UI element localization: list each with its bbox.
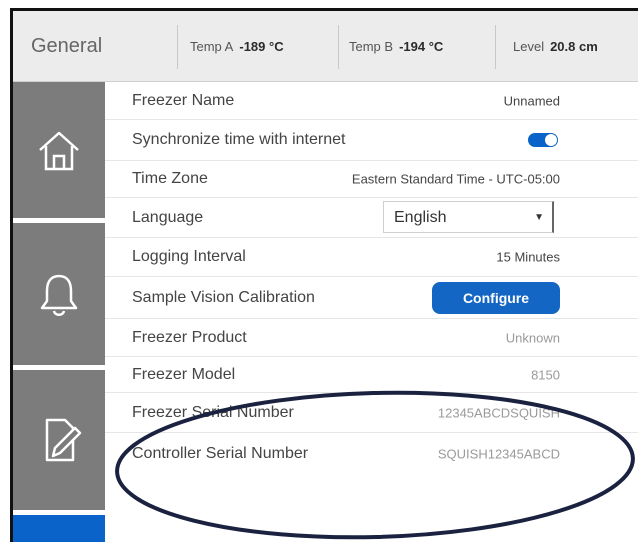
temp-b-label: Temp B	[349, 39, 394, 54]
sidebar-item-documents[interactable]	[13, 370, 105, 510]
controller-serial-value: SQUISH12345ABCD	[437, 446, 560, 462]
language-label: Language	[132, 208, 204, 226]
header-bar: General Temp A -189 °C Temp B -194 °C Leve…	[13, 11, 638, 82]
logging-interval-value[interactable]: 15 Minutes	[496, 250, 560, 265]
header-divider	[495, 25, 496, 69]
sidebar-item-home[interactable]	[13, 82, 105, 218]
freezer-name-row[interactable]: Freezer Name Unnamed	[105, 82, 638, 120]
logging-interval-row[interactable]: Logging Interval 15 Minutes	[105, 238, 638, 277]
bell-icon	[40, 274, 78, 316]
sync-time-label: Synchronize time with internet	[132, 131, 346, 148]
freezer-model-row: Freezer Model 8150	[105, 357, 638, 393]
logging-interval-label: Logging Interval	[132, 248, 246, 265]
chevron-down-icon: ▼	[534, 212, 544, 223]
sample-vision-row: Sample Vision Calibration Configure	[105, 277, 638, 319]
freezer-product-label: Freezer Product	[132, 328, 247, 346]
time-zone-value[interactable]: Eastern Standard Time - UTC-05:00	[352, 172, 560, 187]
freezer-product-value: Unknown	[505, 330, 560, 345]
freezer-serial-value: 12345ABCDSQUISH	[437, 405, 560, 420]
freezer-model-value: 8150	[531, 367, 560, 382]
freezer-name-label: Freezer Name	[132, 91, 235, 109]
level-label: Level	[513, 39, 545, 54]
toggle-knob	[545, 134, 557, 146]
controller-serial-row: Controller Serial Number SQUISH12345ABCD	[105, 433, 638, 475]
sync-time-row: Synchronize time with internet	[105, 120, 638, 161]
freezer-serial-label: Freezer Serial Number	[132, 403, 294, 421]
temp-b-stat: Temp B -194 °C	[349, 39, 443, 54]
app-window: General Temp A -189 °C Temp B -194 °C Leve…	[10, 8, 638, 542]
header-divider	[338, 25, 339, 69]
page-title: General	[31, 35, 103, 57]
sidebar-item-alerts[interactable]	[13, 223, 105, 365]
configure-button[interactable]: Configure	[432, 281, 560, 314]
language-value: English	[394, 209, 447, 226]
sidebar	[13, 82, 105, 542]
temp-a-label: Temp A	[190, 39, 234, 54]
home-icon	[39, 131, 79, 171]
sync-time-toggle[interactable]	[528, 133, 558, 147]
language-select[interactable]: English ▼	[383, 201, 554, 233]
temp-b-value: -194 °C	[399, 39, 444, 54]
temp-a-stat: Temp A -189 °C	[190, 39, 284, 54]
freezer-model-label: Freezer Model	[132, 365, 236, 383]
freezer-name-value[interactable]: Unnamed	[504, 93, 560, 108]
edit-document-icon	[45, 418, 82, 462]
level-value: 20.8 cm	[550, 39, 598, 54]
time-zone-label: Time Zone	[132, 170, 208, 187]
sample-vision-label: Sample Vision Calibration	[132, 288, 315, 306]
language-row: Language English ▼	[105, 198, 638, 238]
level-stat: Level 20.8 cm	[513, 39, 598, 54]
freezer-product-row: Freezer Product Unknown	[105, 319, 638, 357]
time-zone-row[interactable]: Time Zone Eastern Standard Time - UTC-05…	[105, 161, 638, 198]
controller-serial-label: Controller Serial Number	[132, 445, 309, 462]
header-divider	[177, 25, 178, 69]
temp-a-value: -189 °C	[239, 39, 284, 54]
sidebar-item-active[interactable]	[13, 515, 105, 542]
freezer-serial-row: Freezer Serial Number 12345ABCDSQUISH	[105, 393, 638, 433]
